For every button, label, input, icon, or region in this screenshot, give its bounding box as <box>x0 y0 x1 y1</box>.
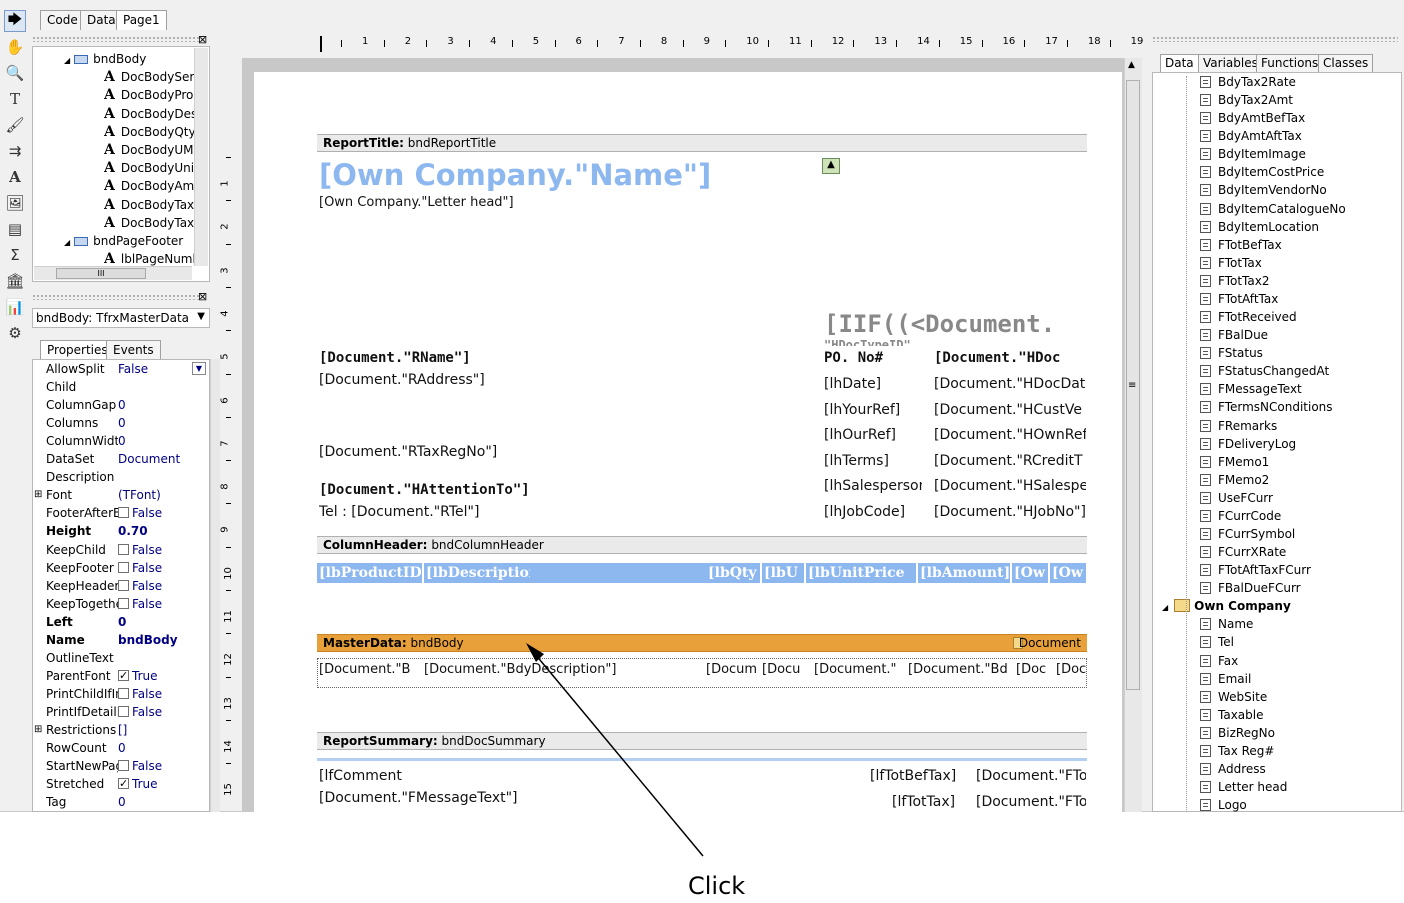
annotation-click-label: Click <box>688 872 746 900</box>
annotation-arrow <box>526 643 704 857</box>
